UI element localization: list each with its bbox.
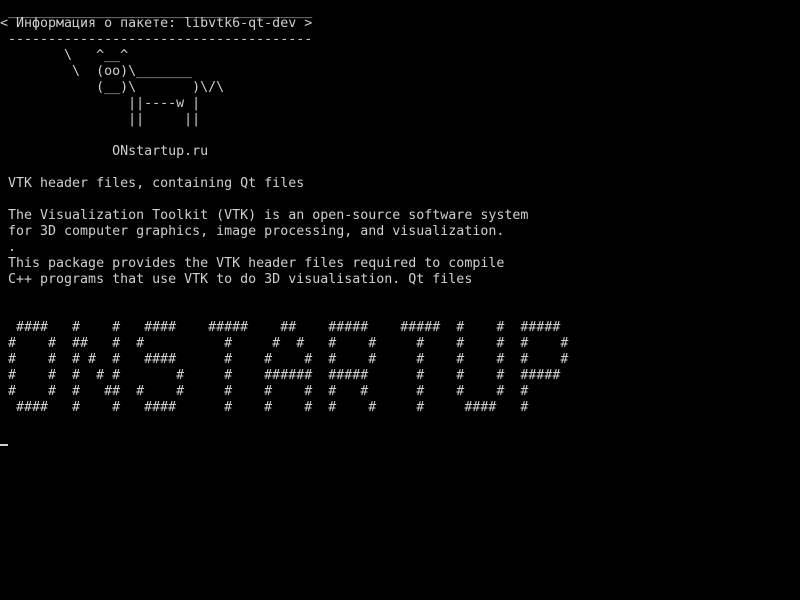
ascii-banner: #### # # #### ##### ## ##### ##### # # #… [8, 320, 569, 415]
package-summary: VTK header files, containing Qt files [0, 176, 305, 191]
text-cursor [0, 444, 8, 446]
cow-ascii-art: \ ^__^ \ (oo)\_______ (__)\ )\/\ ||----w… [64, 48, 225, 127]
cowsay-bubble-message: < Информация о пакете: libvtk6-qt-dev > [0, 16, 313, 31]
package-description: The Visualization Toolkit (VTK) is an op… [8, 208, 529, 287]
cowsay-bubble-bottom-border: -------------------------------------- [0, 32, 313, 47]
terminal-screen: ______________________________________ <… [0, 0, 800, 600]
site-label: ONstartup.ru [0, 144, 209, 159]
